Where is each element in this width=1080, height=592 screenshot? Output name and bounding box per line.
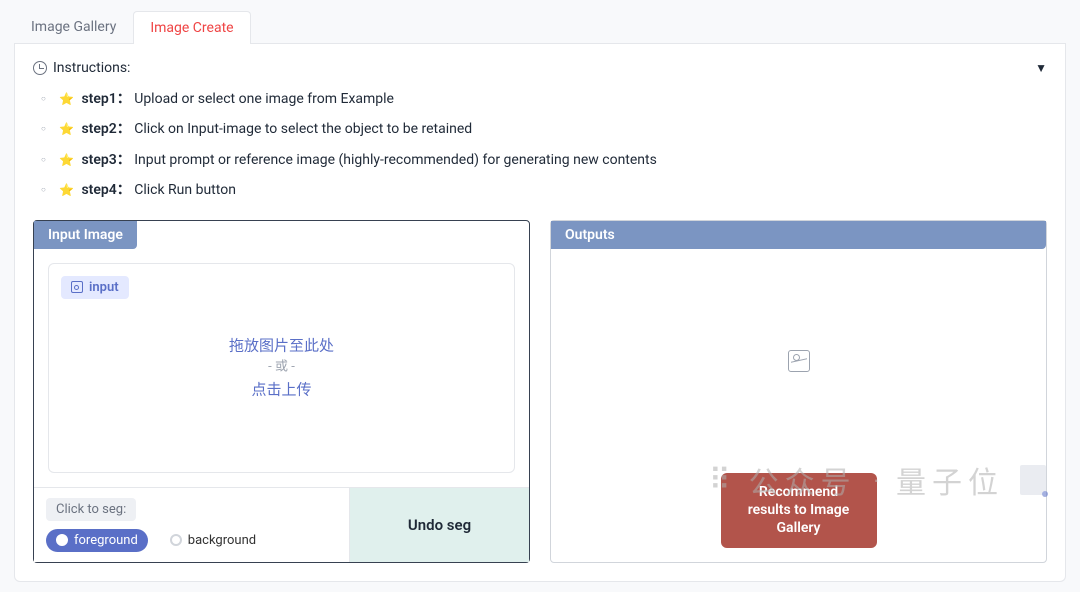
star-icon: ⭐ xyxy=(59,122,74,136)
image-icon xyxy=(71,281,83,293)
radio-icon xyxy=(56,534,68,546)
instructions-title: Instructions: xyxy=(53,60,130,76)
radio-icon xyxy=(170,534,182,546)
chevron-down-icon: ▼ xyxy=(1035,61,1047,75)
instructions-step-4: ⭐ step4： Click Run button xyxy=(33,175,1047,205)
input-image-panel: Input Image input 拖放图片至此处 - 或 - 点击上传 Cli… xyxy=(33,220,530,563)
seg-label: Click to seg: xyxy=(46,498,136,521)
output-image-area xyxy=(551,249,1046,473)
seg-option-background[interactable]: background xyxy=(160,529,266,552)
image-placeholder-icon xyxy=(788,350,810,372)
outputs-panel: Outputs Recommend results to Image Galle… xyxy=(550,220,1047,563)
instructions-toggle[interactable]: Instructions: ▼ xyxy=(33,60,1047,76)
instructions-step-3: ⭐ step3： Input prompt or reference image… xyxy=(33,145,1047,175)
recommend-button[interactable]: Recommend results to Image Gallery xyxy=(721,473,877,548)
seg-option-foreground[interactable]: foreground xyxy=(46,529,148,552)
tabs-bar: Image Gallery Image Create xyxy=(14,10,1066,44)
tab-image-create[interactable]: Image Create xyxy=(133,11,250,44)
outputs-header: Outputs xyxy=(551,221,1046,249)
star-icon: ⭐ xyxy=(59,92,74,106)
star-icon: ⭐ xyxy=(59,153,74,167)
image-drop-zone[interactable]: input 拖放图片至此处 - 或 - 点击上传 xyxy=(48,263,515,473)
instructions-step-1: ⭐ step1： Upload or select one image from… xyxy=(33,84,1047,114)
tab-image-gallery[interactable]: Image Gallery xyxy=(14,10,133,43)
tab-content: Instructions: ▼ ⭐ step1： Upload or selec… xyxy=(14,44,1066,582)
drop-zone-message: 拖放图片至此处 - 或 - 点击上传 xyxy=(229,333,334,402)
input-tag: input xyxy=(61,276,129,299)
instructions-step-2: ⭐ step2： Click on Input-image to select … xyxy=(33,114,1047,144)
upload-link[interactable]: 点击上传 xyxy=(229,378,334,402)
instructions-icon xyxy=(33,61,47,75)
instructions-list: ⭐ step1： Upload or select one image from… xyxy=(33,84,1047,206)
undo-seg-button[interactable]: Undo seg xyxy=(349,488,529,562)
input-image-header: Input Image xyxy=(34,221,137,249)
star-icon: ⭐ xyxy=(59,183,74,197)
